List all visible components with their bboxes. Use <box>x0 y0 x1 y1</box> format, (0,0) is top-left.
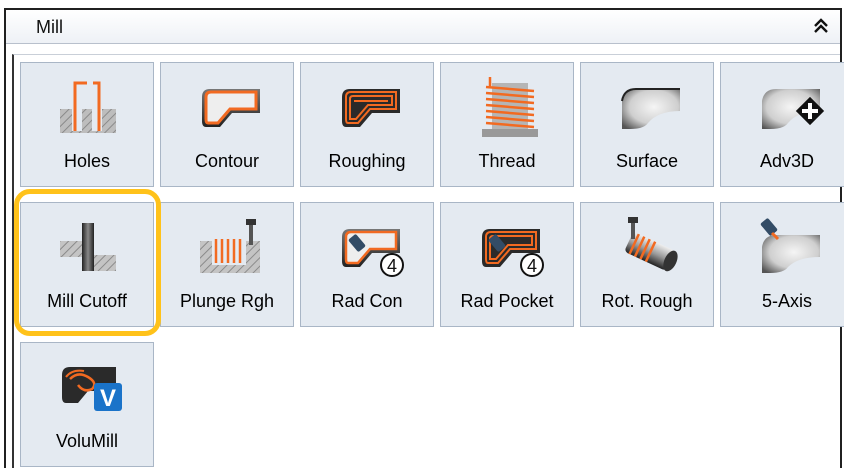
rad-con-icon: 4 <box>342 229 404 277</box>
surface-icon <box>621 88 680 129</box>
tile-label: Holes <box>63 151 111 171</box>
volumill-icon: V <box>62 367 122 412</box>
panel-title: Mill <box>36 17 63 37</box>
contour-button[interactable]: Contour <box>160 62 294 187</box>
rad-pocket-button[interactable]: 4 Rad Pocket <box>440 202 574 327</box>
roughing-button[interactable]: Roughing <box>300 62 434 187</box>
holes-icon <box>60 81 116 133</box>
tile-label: Adv3D <box>759 151 815 171</box>
svg-text:4: 4 <box>527 256 537 276</box>
tile-grid: Holes Contour Roughing Thread Surface Ad… <box>12 54 844 468</box>
tile-label: Thread <box>478 151 536 171</box>
rot-rough-icon <box>625 217 678 272</box>
tile-label: 5-Axis <box>761 291 812 311</box>
tile-label: Rad Con <box>331 291 403 311</box>
five-axis-button[interactable]: 5-Axis <box>720 202 844 327</box>
volumill-button[interactable]: V VoluMill <box>20 342 154 467</box>
tile-label: Mill Cutoff <box>47 291 127 311</box>
adv3d-icon <box>762 89 825 129</box>
tile-label: Plunge Rgh <box>179 291 275 311</box>
tile-label: Surface <box>615 151 679 171</box>
thread-icon <box>482 77 538 137</box>
contour-icon <box>202 89 260 127</box>
plunge-rough-button[interactable]: Plunge Rgh <box>160 202 294 327</box>
roughing-icon <box>342 89 400 127</box>
mill-cutoff-button[interactable]: Mill Cutoff <box>20 202 154 327</box>
adv3d-button[interactable]: Adv3D <box>720 62 844 187</box>
tile-label: Rad Pocket <box>460 291 554 311</box>
holes-button[interactable]: Holes <box>20 62 154 187</box>
tile-label: Roughing <box>328 151 406 171</box>
double-chevron-up-icon[interactable] <box>808 14 834 38</box>
rad-pocket-icon: 4 <box>482 229 544 277</box>
mill-cutoff-icon <box>60 223 116 271</box>
plunge-rough-icon <box>200 219 260 273</box>
mill-panel: Mill Holes Contour Roughing Thread Surfa… <box>4 8 844 468</box>
svg-text:4: 4 <box>387 256 397 276</box>
tile-label: VoluMill <box>55 431 119 451</box>
rot-rough-button[interactable]: Rot. Rough <box>580 202 714 327</box>
thread-button[interactable]: Thread <box>440 62 574 187</box>
svg-text:V: V <box>100 385 116 412</box>
surface-button[interactable]: Surface <box>580 62 714 187</box>
tile-label: Contour <box>194 151 260 171</box>
panel-header[interactable]: Mill <box>6 10 840 44</box>
tile-label: Rot. Rough <box>601 291 693 311</box>
rad-con-button[interactable]: 4 Rad Con <box>300 202 434 327</box>
five-axis-icon <box>760 218 820 273</box>
